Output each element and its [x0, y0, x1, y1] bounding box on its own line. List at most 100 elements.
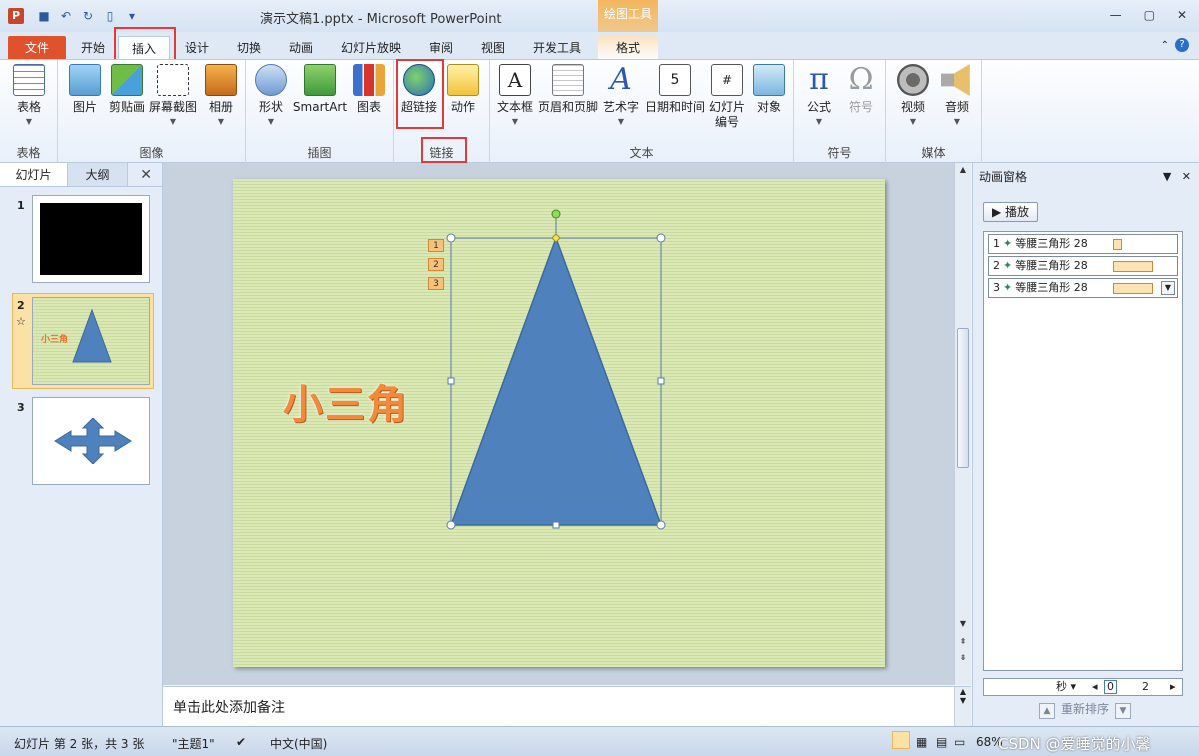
help-icon[interactable]: ?	[1175, 38, 1189, 52]
slide-number-button[interactable]: # 幻灯片 编号	[704, 64, 750, 130]
window-controls: — ▢ ✕	[1110, 8, 1187, 22]
resize-handle[interactable]	[656, 233, 666, 243]
timing-bar[interactable]	[1113, 283, 1153, 294]
scroll-down-icon[interactable]: ▼	[955, 619, 971, 628]
close-icon[interactable]: ✕	[140, 167, 152, 183]
adjust-handle[interactable]	[551, 233, 561, 243]
shapes-button[interactable]: 形状 ▼	[248, 64, 294, 126]
notes-pane[interactable]: 单击此处添加备注 ▲ ▼	[163, 686, 971, 727]
play-button[interactable]: ▶ 播放	[983, 202, 1038, 222]
timing-bar[interactable]	[1113, 239, 1122, 250]
notes-scrollbar[interactable]: ▲ ▼	[954, 687, 971, 727]
slideshow-icon[interactable]: ▭	[954, 735, 965, 749]
pane-options-icon[interactable]: ▼	[1163, 170, 1171, 183]
resize-handle[interactable]	[446, 233, 456, 243]
customize-qat-icon[interactable]: ▾	[124, 8, 140, 24]
redo-icon[interactable]: ↻	[80, 8, 96, 24]
animation-star-icon: ☆	[16, 315, 26, 328]
undo-icon[interactable]: ↶	[58, 8, 74, 24]
tab-animations[interactable]: 动画	[284, 36, 318, 60]
smartart-icon	[304, 64, 336, 96]
screenshot-button[interactable]: 屏幕截图 ▼	[148, 64, 198, 126]
close-icon[interactable]: ✕	[1177, 8, 1187, 22]
equation-button[interactable]: π 公式 ▼	[796, 64, 842, 127]
smartart-button[interactable]: SmartArt	[292, 64, 348, 115]
table-button[interactable]: 表格 ▼	[6, 64, 52, 126]
isosceles-triangle-shape[interactable]	[443, 203, 669, 531]
animation-order-tag[interactable]: 1	[428, 239, 444, 252]
scrollbar-thumb[interactable]	[957, 328, 969, 468]
powerpoint-app-icon[interactable]: P	[8, 8, 24, 24]
reading-view-icon[interactable]: ▤	[936, 735, 947, 749]
normal-view-icon[interactable]	[892, 731, 910, 749]
group-tables: 表格 ▼ 表格	[0, 60, 58, 164]
slide-thumbnail-2[interactable]: 小三角	[32, 297, 150, 385]
album-button[interactable]: 相册 ▼	[198, 64, 244, 126]
tab-outline[interactable]: 大纲	[68, 163, 128, 186]
save-icon[interactable]: ■	[36, 8, 52, 24]
next-slide-icon[interactable]: ⇟	[955, 653, 971, 662]
tab-home[interactable]: 开始	[76, 36, 110, 60]
timeline-right-icon[interactable]: ▸	[1170, 679, 1176, 695]
tab-slideshow[interactable]: 幻灯片放映	[336, 36, 406, 60]
new-document-icon[interactable]: ▯	[102, 8, 118, 24]
quick-access-toolbar: ■ ↶ ↻ ▯ ▾	[36, 8, 140, 24]
tab-slides[interactable]: 幻灯片	[0, 163, 68, 186]
datetime-button[interactable]: 5 日期和时间	[644, 64, 706, 115]
resize-handle[interactable]	[552, 521, 560, 529]
animation-item[interactable]: 2 ✦ 等腰三角形 28	[988, 256, 1178, 276]
tab-developer[interactable]: 开发工具	[528, 36, 586, 60]
resize-handle[interactable]	[447, 377, 455, 385]
tab-transitions[interactable]: 切换	[232, 36, 266, 60]
action-button[interactable]: 动作	[440, 64, 486, 115]
timeline-start: 0	[1104, 680, 1117, 694]
symbol-button[interactable]: Ω 符号	[838, 64, 884, 115]
slide-canvas[interactable]: 小三角 1 2 3	[233, 179, 885, 667]
video-button[interactable]: 视频 ▼	[890, 64, 936, 126]
chart-button[interactable]: 图表	[346, 64, 392, 115]
calendar-icon: 5	[659, 64, 691, 96]
resize-handle[interactable]	[656, 520, 666, 530]
picture-button[interactable]: 图片	[62, 64, 108, 115]
header-footer-button[interactable]: 页眉和页脚	[536, 64, 600, 115]
animation-order-tag[interactable]: 2	[428, 258, 444, 271]
rotation-handle[interactable]	[551, 209, 561, 219]
maximize-icon[interactable]: ▢	[1144, 8, 1155, 22]
timeline-left-icon[interactable]: ◂	[1092, 679, 1098, 695]
scroll-up-icon[interactable]: ▲	[955, 165, 971, 174]
audio-button[interactable]: 音频 ▼	[934, 64, 980, 126]
minimize-icon[interactable]: —	[1110, 8, 1122, 22]
slide-thumbnail-1[interactable]	[32, 195, 150, 283]
tab-view[interactable]: 视图	[476, 36, 510, 60]
minimize-ribbon-icon[interactable]: ⌃	[1161, 40, 1169, 51]
timing-bar[interactable]	[1113, 261, 1153, 272]
slide-thumbnail-3[interactable]	[32, 397, 150, 485]
tab-design[interactable]: 设计	[180, 36, 214, 60]
object-button[interactable]: 对象	[746, 64, 792, 115]
timeline-unit-dropdown[interactable]: 秒 ▾	[1056, 679, 1076, 695]
move-down-icon[interactable]: ▼	[1115, 703, 1132, 719]
move-up-icon[interactable]: ▲	[1039, 703, 1055, 719]
ribbon-tabs: 文件 开始 插入 设计 切换 动画 幻灯片放映 审阅 视图 开发工具 格式 ⌃ …	[0, 32, 1199, 60]
animation-item[interactable]: 1 ✦ 等腰三角形 28	[988, 234, 1178, 254]
close-icon[interactable]: ✕	[1182, 170, 1191, 183]
notes-placeholder[interactable]: 单击此处添加备注	[173, 697, 285, 717]
animation-order-tag[interactable]: 3	[428, 277, 444, 290]
slide-sorter-icon[interactable]: ▦	[916, 735, 927, 749]
resize-handle[interactable]	[657, 377, 665, 385]
tab-review[interactable]: 审阅	[424, 36, 458, 60]
previous-slide-icon[interactable]: ⇞	[955, 637, 971, 646]
tab-file[interactable]: 文件	[8, 36, 66, 60]
language-status[interactable]: 中文(中国)	[270, 735, 327, 752]
animation-item[interactable]: 3 ✦ 等腰三角形 28 ▼	[988, 278, 1178, 298]
slide-title-wordart[interactable]: 小三角	[283, 372, 409, 430]
theme-status[interactable]: "主题1"	[172, 735, 215, 752]
wordart-button[interactable]: A 艺术字 ▼	[598, 64, 644, 127]
resize-handle[interactable]	[446, 520, 456, 530]
editor-vertical-scrollbar[interactable]: ▲ ▼ ⇞ ⇟	[954, 163, 971, 685]
spellcheck-icon[interactable]: ✔	[236, 735, 246, 749]
tab-format[interactable]: 格式	[598, 36, 658, 60]
chevron-down-icon[interactable]: ▼	[1161, 281, 1175, 295]
textbox-button[interactable]: A 文本框 ▼	[492, 64, 538, 126]
clipart-button[interactable]: 剪贴画	[104, 64, 150, 115]
